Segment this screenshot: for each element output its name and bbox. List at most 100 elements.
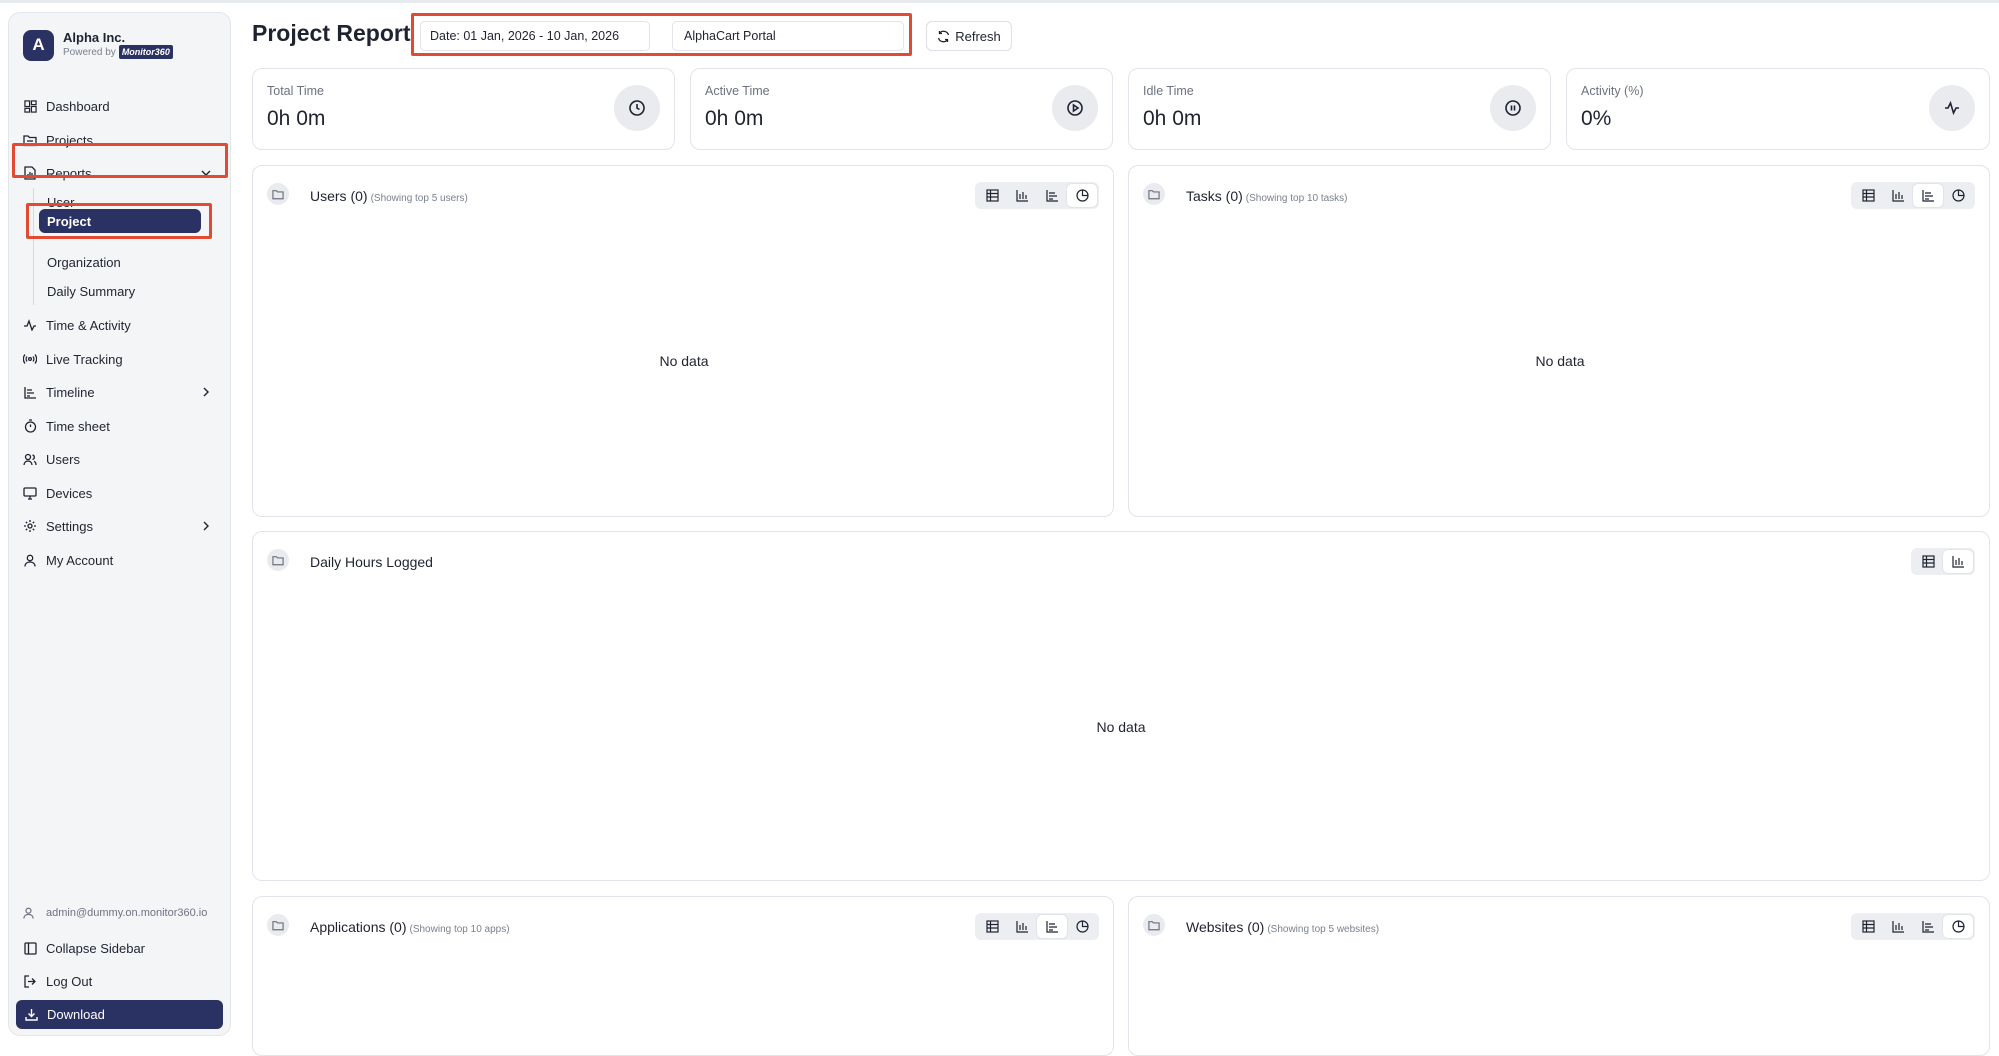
chevron-right-icon (199, 519, 213, 533)
sidebar-subitem-daily-summary[interactable]: Daily Summary (47, 280, 135, 302)
sidebar-item-label: Settings (46, 518, 93, 534)
sidebar-item-dashboard[interactable]: Dashboard (23, 93, 219, 119)
refresh-icon (937, 30, 950, 43)
stat-label: Activity (%) (1581, 84, 1644, 98)
sidebar-subitem-organization[interactable]: Organization (47, 251, 121, 273)
panel-subtitle: (Showing top 5 websites) (1267, 924, 1380, 935)
user-icon (23, 553, 37, 567)
chevron-right-icon (199, 385, 213, 399)
no-data-message: No data (1535, 353, 1585, 369)
table-view-button[interactable] (1853, 915, 1883, 938)
date-range-picker[interactable]: Date: 01 Jan, 2026 - 10 Jan, 2026 (420, 21, 650, 51)
table-view-button[interactable] (1913, 550, 1943, 573)
daily-hours-panel: Daily Hours Logged No data (252, 531, 1990, 881)
stat-value: 0h 0m (267, 107, 326, 130)
sidebar-item-label: Time & Activity (46, 317, 131, 333)
stat-value: 0h 0m (705, 107, 764, 130)
folder-icon (267, 183, 289, 205)
sidebar-item-devices[interactable]: Devices (23, 480, 219, 506)
table-view-button[interactable] (977, 184, 1007, 207)
chevron-down-icon (199, 166, 213, 180)
gear-icon (23, 519, 37, 533)
brand-name: Alpha Inc. (63, 29, 126, 45)
no-data-message: No data (1096, 719, 1146, 735)
sidebar-item-my-account[interactable]: My Account (23, 547, 219, 573)
websites-panel: Websites (0) (Showing top 5 websites) (1128, 896, 1990, 1056)
sidebar-item-label: Live Tracking (46, 351, 123, 367)
stat-label: Idle Time (1143, 84, 1194, 98)
panel-title: Daily Hours Logged (310, 554, 433, 570)
folder-icon (267, 914, 289, 936)
table-view-button[interactable] (1853, 184, 1883, 207)
panel-title: Applications (0) (Showing top 10 apps) (310, 919, 510, 935)
sidebar-subitem-project[interactable]: Project (39, 209, 201, 233)
no-data-message: No data (659, 353, 709, 369)
panel-title: Tasks (0) (Showing top 10 tasks) (1186, 188, 1348, 204)
pie-chart-button[interactable] (1067, 184, 1097, 207)
download-button[interactable]: Download (16, 1000, 223, 1029)
brand: A Alpha Inc. Powered by Monitor360 (23, 28, 173, 62)
panel-subtitle: (Showing top 10 tasks) (1245, 193, 1348, 204)
bar-chart-button[interactable] (1007, 915, 1037, 938)
activity-icon (23, 318, 37, 332)
panel-title: Users (0) (Showing top 5 users) (310, 188, 468, 204)
product-logo: Monitor360 (118, 44, 173, 59)
clock-icon (614, 85, 660, 131)
sidebar-item-projects[interactable]: Projects (23, 127, 219, 153)
sidebar-item-timeline[interactable]: Timeline (23, 379, 219, 405)
sidebar-item-settings[interactable]: Settings (23, 513, 219, 539)
activity-icon (1929, 85, 1975, 131)
sidebar-item-live-tracking[interactable]: Live Tracking (23, 346, 219, 372)
bar-chart-button[interactable] (1007, 184, 1037, 207)
chart-view-toolbar (1851, 913, 1975, 940)
sidebar-item-label: My Account (46, 552, 114, 568)
project-select[interactable]: AlphaCart Portal (672, 21, 904, 51)
sidebar-item-label: Users (46, 451, 80, 467)
horizontal-bar-chart-button[interactable] (1913, 915, 1943, 938)
panel-subtitle: (Showing top 5 users) (370, 193, 468, 204)
sidebar-item-time-activity[interactable]: Time & Activity (23, 312, 219, 338)
tasks-panel: Tasks (0) (Showing top 10 tasks) No data (1128, 165, 1990, 517)
sidebar-item-timesheet[interactable]: Time sheet (23, 413, 219, 439)
stat-card-activity: Activity (%) 0% (1566, 68, 1990, 150)
bar-chart-button[interactable] (1883, 915, 1913, 938)
timeline-icon (23, 385, 37, 399)
pie-chart-button[interactable] (1067, 915, 1097, 938)
sidebar-item-users[interactable]: Users (23, 446, 219, 472)
applications-panel: Applications (0) (Showing top 10 apps) (252, 896, 1114, 1056)
user-icon (23, 907, 37, 919)
sidebar-collapse-icon (23, 941, 37, 955)
logout-button[interactable]: Log Out (23, 968, 219, 994)
pie-chart-button[interactable] (1943, 184, 1973, 207)
broadcast-icon (23, 352, 37, 366)
account-email: admin@dummy.on.monitor360.io (23, 907, 207, 919)
stopwatch-icon (23, 419, 37, 433)
stat-card-total-time: Total Time 0h 0m (252, 68, 675, 150)
stat-value: 0% (1581, 107, 1612, 130)
bar-chart-button[interactable] (1943, 550, 1973, 573)
sidebar-item-label: Time sheet (46, 418, 110, 434)
pie-chart-button[interactable] (1943, 915, 1973, 938)
horizontal-bar-chart-button[interactable] (1037, 184, 1067, 207)
folder-icon (1143, 183, 1165, 205)
monitor-icon (23, 486, 37, 500)
sidebar-item-label: Dashboard (46, 98, 110, 114)
bar-chart-button[interactable] (1883, 184, 1913, 207)
page-title: Project Report (252, 20, 411, 46)
table-view-button[interactable] (977, 915, 1007, 938)
submenu-line (33, 188, 34, 305)
stat-value: 0h 0m (1143, 107, 1202, 130)
folder-icon (23, 133, 37, 147)
sidebar-item-reports[interactable]: Reports (23, 160, 219, 186)
users-icon (23, 452, 37, 466)
top-border (0, 0, 1999, 3)
chart-view-toolbar (975, 182, 1099, 209)
sidebar: A Alpha Inc. Powered by Monitor360 Dashbo… (8, 12, 231, 1036)
horizontal-bar-chart-button[interactable] (1913, 184, 1943, 207)
stat-label: Active Time (705, 84, 770, 98)
play-circle-icon (1052, 85, 1098, 131)
refresh-button[interactable]: Refresh (926, 21, 1012, 51)
horizontal-bar-chart-button[interactable] (1037, 915, 1067, 938)
download-label: Download (47, 1007, 105, 1022)
collapse-sidebar-button[interactable]: Collapse Sidebar (23, 935, 219, 961)
